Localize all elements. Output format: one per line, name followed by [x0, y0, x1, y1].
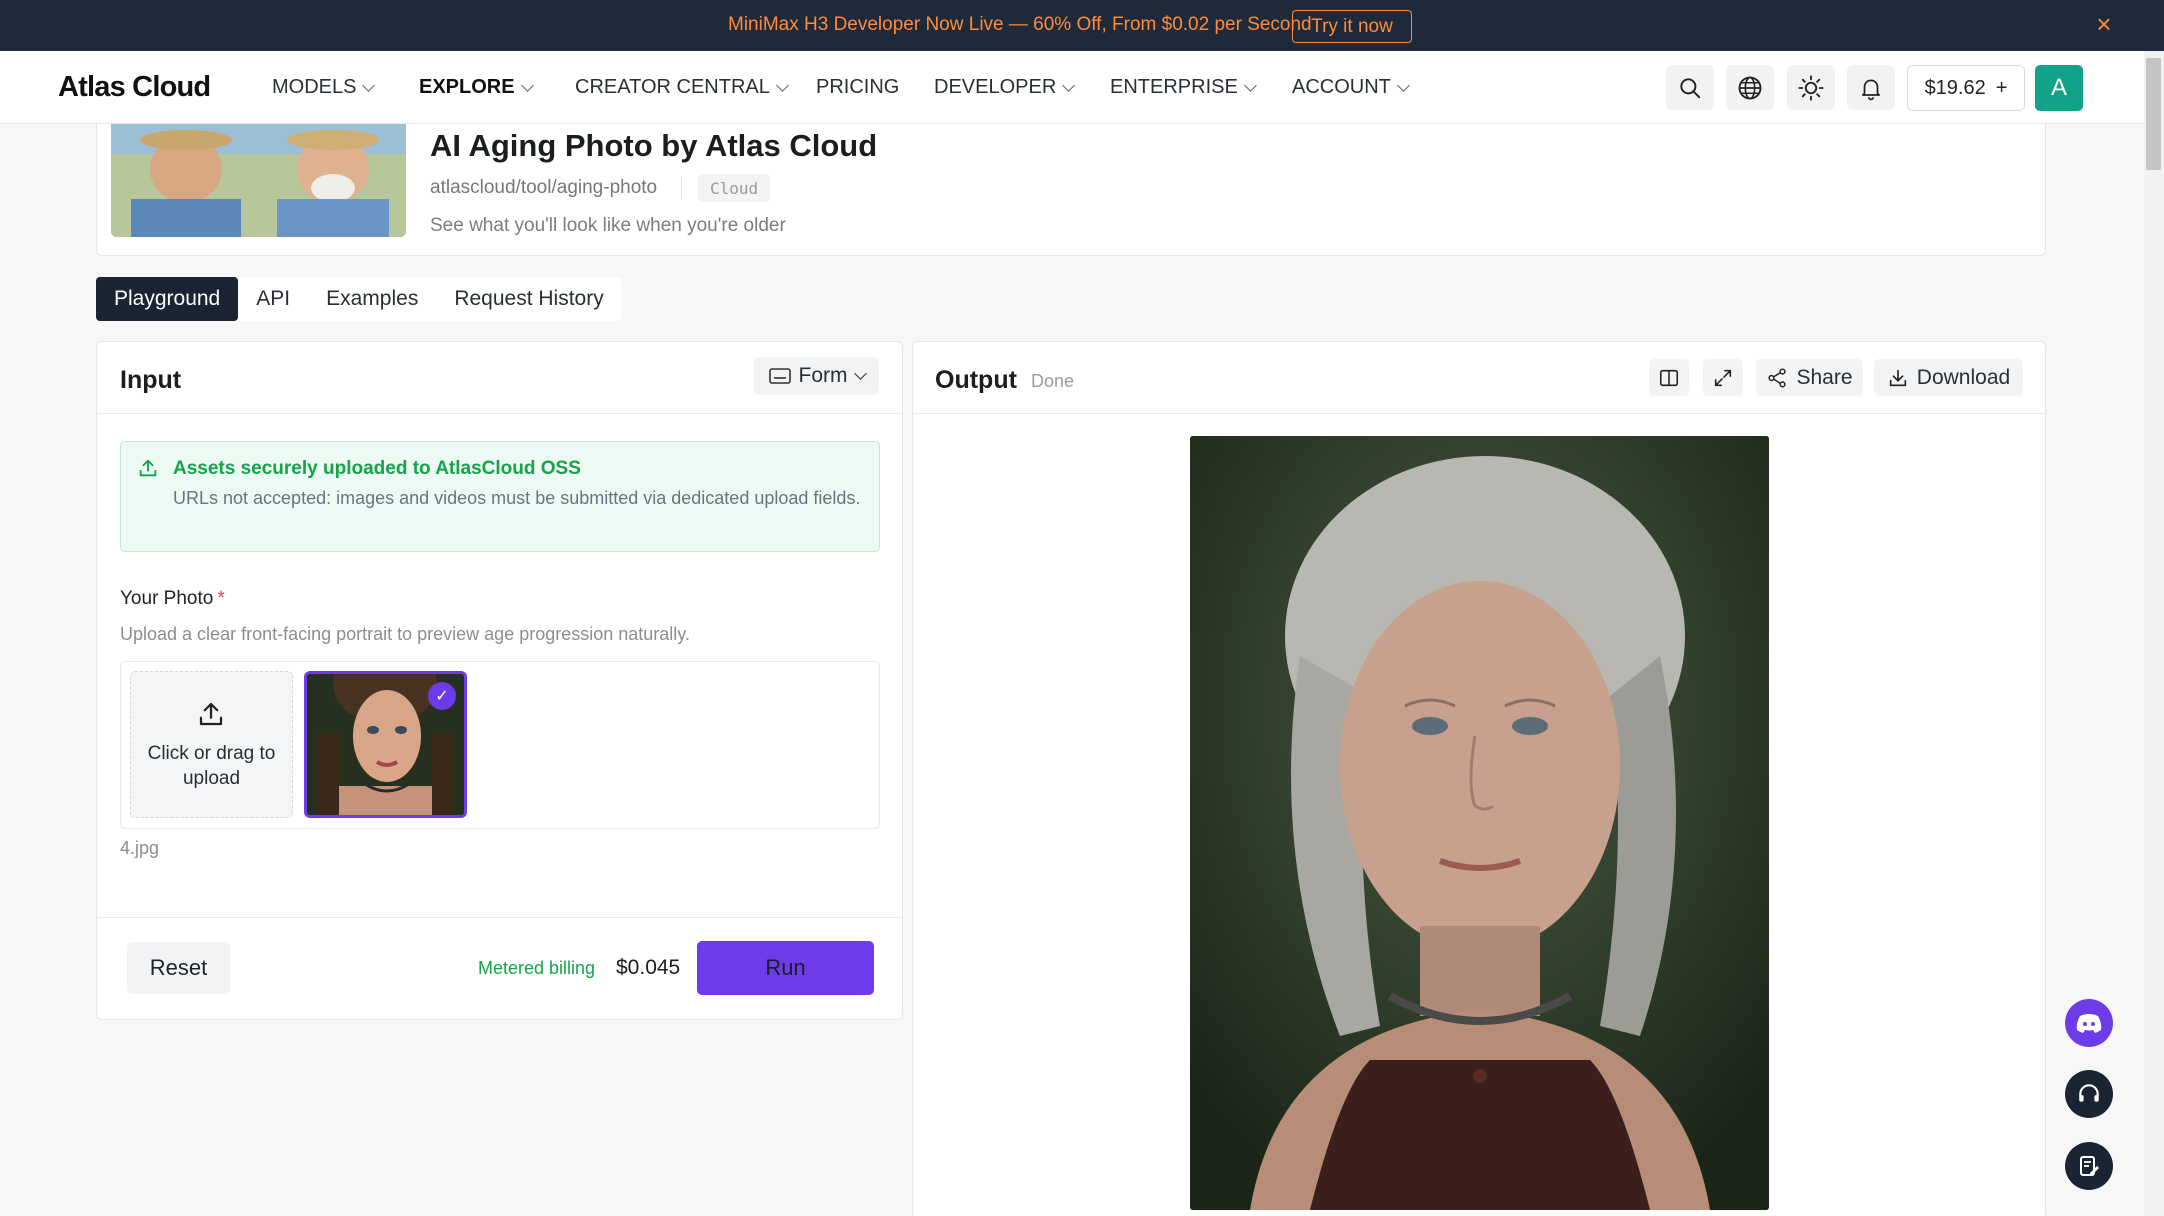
form-mode-label: Form	[798, 364, 848, 387]
columns-icon	[1659, 369, 1679, 386]
nav-explore[interactable]: EXPLORE	[419, 76, 534, 99]
promo-text: MiniMax H3 Developer Now Live — 60% Off,…	[728, 14, 1312, 35]
nav-creator-central[interactable]: CREATOR CENTRAL	[575, 76, 789, 99]
output-image[interactable]	[1190, 436, 1769, 1210]
download-icon	[1889, 369, 1906, 386]
nav-account[interactable]: ACCOUNT	[1292, 76, 1410, 99]
discord-button[interactable]	[2065, 999, 2113, 1047]
form-mode-select[interactable]: Form	[754, 357, 879, 395]
tab-bar: Playground API Examples Request History	[96, 277, 622, 321]
nav-models[interactable]: MODELS	[272, 76, 376, 99]
logo[interactable]: Atlas Cloud	[58, 71, 211, 104]
chevron-down-icon	[1062, 78, 1076, 92]
scrollbar-thumb[interactable]	[2146, 58, 2161, 170]
globe-icon	[1738, 76, 1762, 99]
upload-text: Click or drag to upload	[147, 743, 276, 789]
aged-portrait	[1190, 436, 1769, 1210]
fullscreen-button[interactable]	[1703, 359, 1743, 396]
notice-title: Assets securely uploaded to AtlasCloud O…	[173, 458, 581, 479]
support-button[interactable]	[2065, 1070, 2113, 1118]
chevron-down-icon	[853, 367, 867, 380]
chevron-down-icon	[362, 78, 376, 92]
close-icon[interactable]: ×	[2092, 11, 2116, 37]
model-tag: Cloud	[698, 174, 771, 202]
search-button[interactable]	[1666, 65, 1714, 110]
divider	[97, 413, 902, 414]
upload-icon	[139, 459, 157, 477]
required-mark: *	[217, 588, 225, 609]
divider	[97, 917, 902, 918]
nav-creator-central-label: CREATOR CENTRAL	[575, 76, 770, 98]
download-label: Download	[1916, 365, 2011, 389]
nav-enterprise-label: ENTERPRISE	[1110, 76, 1238, 98]
input-title: Input	[120, 366, 182, 394]
nav-pricing[interactable]: PRICING	[816, 76, 899, 99]
nav-explore-label: EXPLORE	[419, 76, 515, 98]
output-status: Done	[1031, 371, 1075, 391]
nav-models-label: MODELS	[272, 76, 357, 98]
price-value: $0.045	[616, 956, 681, 979]
headset-icon	[2079, 1084, 2099, 1102]
scrollbar-track[interactable]	[2144, 51, 2164, 1216]
sun-icon	[1798, 74, 1824, 101]
discord-icon	[2076, 1014, 2102, 1033]
notifications-button[interactable]	[1847, 65, 1895, 110]
download-button[interactable]: Download	[1874, 359, 2023, 396]
thumbnail-image	[111, 124, 406, 237]
nav-account-label: ACCOUNT	[1292, 76, 1391, 98]
avatar[interactable]: A	[2035, 65, 2083, 111]
theme-button[interactable]	[1787, 65, 1835, 110]
search-icon	[1680, 77, 1701, 98]
model-description: See what you'll look like when you're ol…	[430, 215, 786, 236]
chevron-down-icon	[775, 78, 789, 92]
language-button[interactable]	[1726, 65, 1774, 110]
nav-enterprise[interactable]: ENTERPRISE	[1110, 76, 1257, 99]
model-thumbnail	[111, 124, 406, 237]
photo-field-label: Your Photo *	[120, 588, 225, 610]
nav-developer[interactable]: DEVELOPER	[934, 76, 1076, 99]
plus-icon: +	[1995, 76, 2008, 99]
chevron-down-icon	[1243, 78, 1257, 92]
output-title: Output	[935, 366, 1017, 394]
keyboard-icon	[768, 368, 791, 384]
feedback-button[interactable]	[2065, 1142, 2113, 1190]
nav-pricing-label: PRICING	[816, 76, 900, 98]
share-button[interactable]: Share	[1756, 359, 1863, 396]
share-label: Share	[1796, 365, 1853, 389]
notice-body: URLs not accepted: images and videos mus…	[173, 488, 861, 508]
edit-note-icon	[2080, 1156, 2099, 1176]
billing-label: Metered billing	[478, 958, 596, 978]
reset-button[interactable]: Reset	[127, 942, 230, 994]
check-icon: ✓	[428, 682, 456, 710]
share-icon	[1768, 367, 1787, 388]
chevron-down-icon	[1397, 78, 1410, 92]
split-view-button[interactable]	[1649, 359, 1689, 396]
tab-request-history[interactable]: Request History	[436, 277, 621, 321]
upload-icon	[199, 702, 223, 726]
model-slug: atlascloud/tool/aging-photo	[430, 177, 658, 198]
bell-icon	[1862, 79, 1880, 100]
balance-button[interactable]: $19.62 +	[1907, 65, 2025, 111]
photo-help-text: Upload a clear front-facing portrait to …	[120, 624, 690, 644]
balance-value: $19.62	[1924, 76, 1986, 99]
chevron-down-icon	[520, 78, 534, 92]
tab-playground[interactable]: Playground	[96, 277, 239, 321]
file-name: 4.jpg	[120, 838, 160, 858]
expand-icon	[1714, 369, 1732, 386]
divider	[681, 176, 682, 200]
tab-api[interactable]: API	[238, 277, 308, 321]
divider	[913, 413, 2045, 414]
run-button[interactable]: Run	[697, 941, 874, 995]
photo-label-text: Your Photo	[120, 588, 214, 609]
page-title: AI Aging Photo by Atlas Cloud	[430, 128, 878, 163]
tab-examples[interactable]: Examples	[308, 277, 436, 321]
promo-try-button[interactable]: Try it now	[1292, 10, 1412, 43]
nav-developer-label: DEVELOPER	[934, 76, 1057, 98]
